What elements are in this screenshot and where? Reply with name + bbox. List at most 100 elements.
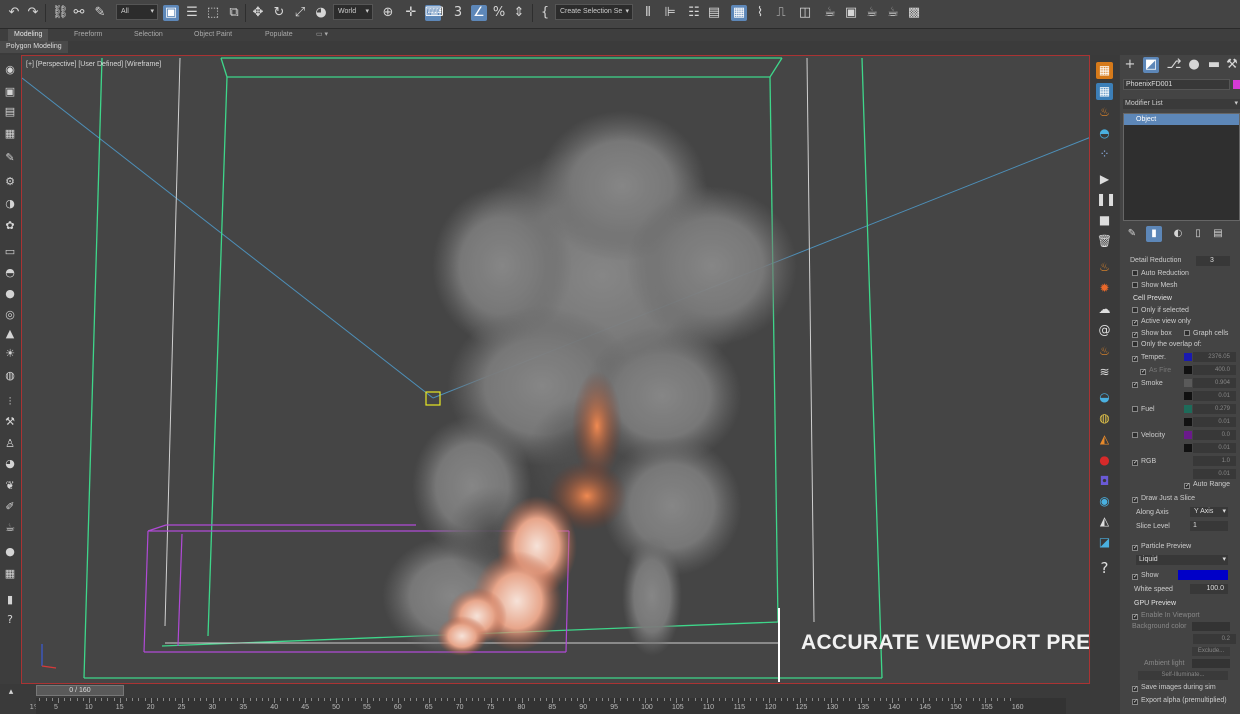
figure-icon[interactable]: ♙ (3, 437, 17, 451)
pivot-center-icon[interactable]: ⊕ (380, 5, 396, 21)
velocity-value[interactable]: 0.0 (1193, 430, 1236, 440)
temperature-value[interactable]: 2376.05 (1193, 352, 1236, 362)
rect-selection-icon[interactable]: ⬚ (205, 5, 221, 21)
show-end-result-icon[interactable]: ▮ (1146, 226, 1162, 242)
liquid-preset-icon[interactable]: ◒ (1096, 389, 1113, 406)
make-unique-icon[interactable]: ◐ (1170, 226, 1186, 242)
ambient-light-swatch[interactable] (1192, 659, 1230, 668)
configure-sets-icon[interactable]: ▤ (1210, 226, 1226, 242)
velocity-color-swatch[interactable] (1184, 431, 1192, 439)
velocity-checkbox[interactable]: Velocity (1132, 431, 1165, 441)
white-speed-spinner[interactable]: 100.0 (1190, 584, 1228, 594)
place-icon[interactable]: ◕ (313, 5, 329, 21)
checkbox[interactable]: ✓ (1140, 369, 1146, 375)
smoke-checkbox[interactable]: ✓ Smoke (1132, 379, 1163, 389)
smoke-min-swatch[interactable] (1184, 392, 1192, 400)
stack-icon[interactable]: ▤ (3, 105, 17, 119)
ribbon-tab-modeling[interactable]: Modeling (8, 29, 49, 41)
checkbox[interactable] (1132, 406, 1138, 412)
checkbox[interactable]: ✓ (1132, 545, 1138, 551)
background-color-swatch[interactable] (1192, 622, 1230, 631)
help-icon[interactable]: ? (1096, 560, 1113, 577)
self-illuminate-button[interactable]: Self-Illuminate... (1138, 671, 1228, 680)
auto-reduction-checkbox[interactable]: Auto Reduction (1132, 269, 1189, 279)
ribbon-tab-freeform[interactable]: Freeform (74, 29, 102, 41)
phoenix-fire-icon[interactable]: ▦ (1096, 62, 1113, 79)
help-icon[interactable]: ? (3, 613, 17, 627)
window-crossing-icon[interactable]: ⧉ (226, 5, 242, 21)
smoke-color-swatch[interactable] (1184, 379, 1192, 387)
scale-icon[interactable]: ⤢ (292, 5, 308, 21)
render-setup-icon[interactable]: ☕ (822, 5, 838, 21)
pin-stack-icon[interactable]: ✎ (1124, 226, 1140, 242)
scene-explorer-icon[interactable]: ☷ (686, 5, 702, 21)
export-alpha-checkbox[interactable]: ✓ Export alpha (premultiplied) (1132, 696, 1227, 706)
hierarchy-tab-icon[interactable]: ⎇ (1166, 57, 1182, 73)
checkbox[interactable] (1184, 330, 1190, 336)
fuel-value[interactable]: 0.279 (1193, 404, 1236, 414)
utilities-tab-icon[interactable]: ⚒ (1224, 57, 1240, 73)
velocity-min-swatch[interactable] (1184, 444, 1192, 452)
checkbox[interactable]: ✓ (1184, 483, 1190, 489)
spinner-snap-icon[interactable]: ⇕ (511, 5, 527, 21)
leaf-icon[interactable]: ❦ (3, 479, 17, 493)
schematic-view-icon[interactable]: ⎍ (773, 5, 789, 21)
reference-coord-dropdown[interactable]: World ▾ (333, 4, 373, 20)
object-color-swatch[interactable] (1233, 80, 1240, 89)
perspective-viewport[interactable]: [+] [Perspective] [User Defined] [Wirefr… (21, 55, 1090, 684)
keyboard-shortcut-override-icon[interactable]: ⌨ (425, 5, 444, 21)
snaps-toggle-icon[interactable]: 3 (450, 5, 466, 21)
only-overlap-checkbox[interactable]: Only the overlap of: (1132, 340, 1202, 350)
explosion-preset-icon[interactable]: ✹ (1096, 280, 1113, 297)
gizmo-icon[interactable]: ✿ (3, 219, 17, 233)
cone-icon[interactable]: ▲ (3, 327, 17, 341)
only-if-selected-checkbox[interactable]: Only if selected (1132, 306, 1189, 316)
detail-reduction-spinner[interactable]: 3 (1196, 256, 1230, 266)
ribbon-tab-selection[interactable]: Selection (134, 29, 163, 41)
phoenix-liquid-icon[interactable]: ▦ (1096, 83, 1113, 100)
helper-icon[interactable]: ⚙ (3, 175, 17, 189)
render-iterative-icon[interactable]: ☕ (885, 5, 901, 21)
time-slider[interactable]: 0 / 160 (36, 685, 124, 696)
smoke-value[interactable]: 0.904 (1193, 378, 1236, 388)
modifier-list-dropdown[interactable]: Modifier List ▾ (1123, 99, 1240, 109)
ribbon-options-icon[interactable]: ▭ ▾ (316, 29, 328, 41)
wind-icon[interactable]: ≋ (1096, 364, 1113, 381)
select-by-name-icon[interactable]: ☰ (184, 5, 200, 21)
ribbon-toggle-icon[interactable]: ▦ (731, 5, 747, 21)
ocean-preset-icon[interactable]: ◉ (1096, 493, 1113, 510)
fire-preset-icon[interactable]: ♨ (1096, 259, 1113, 276)
rotate-icon[interactable]: ↻ (271, 5, 287, 21)
grid-object-icon[interactable]: ▦ (3, 567, 17, 581)
create-box-icon[interactable]: ▣ (3, 85, 17, 99)
align-icon[interactable]: ⊫ (662, 5, 678, 21)
checkbox[interactable]: ✓ (1132, 497, 1138, 503)
checkbox[interactable]: ✓ (1132, 320, 1138, 326)
render-activeshade-icon[interactable]: ▩ (906, 5, 922, 21)
checkbox[interactable] (1132, 270, 1138, 276)
show-particles-checkbox[interactable]: ✓ Show (1132, 571, 1159, 581)
wand-icon[interactable]: ⚒ (3, 415, 17, 429)
checkbox[interactable]: ✓ (1132, 574, 1138, 580)
fuel-color-swatch[interactable] (1184, 405, 1192, 413)
select-manipulate-icon[interactable]: ✛ (403, 5, 419, 21)
checkbox[interactable]: ✓ (1132, 686, 1138, 692)
graph-cells-checkbox[interactable]: Graph cells (1184, 329, 1228, 339)
undo-icon[interactable]: ↶ (6, 5, 22, 21)
move-icon[interactable]: ✥ (250, 5, 266, 21)
rotate-tool-icon[interactable]: ◑ (3, 197, 17, 211)
enable-in-viewport-checkbox[interactable]: ✓ Enable In Viewport (1132, 611, 1200, 621)
rendered-frame-icon[interactable]: ▣ (843, 5, 859, 21)
edit-named-selection-icon[interactable]: { (537, 5, 553, 21)
particle-color-swatch[interactable] (1178, 570, 1228, 580)
candle-icon[interactable]: ♨ (1096, 343, 1113, 360)
ribbon-tab-object-paint[interactable]: Object Paint (194, 29, 232, 41)
auto-range-checkbox[interactable]: ✓ Auto Range (1184, 480, 1230, 490)
modify-tab-icon[interactable]: ◩ (1143, 57, 1159, 73)
checkbox[interactable]: ✓ (1132, 332, 1138, 338)
eye-icon[interactable]: ◉ (3, 63, 17, 77)
slice-level-spinner[interactable]: 1 (1190, 521, 1228, 531)
fuel-min-swatch[interactable] (1184, 418, 1192, 426)
select-object-icon[interactable]: ▣ (163, 5, 179, 21)
viewport-label[interactable]: [+] [Perspective] [User Defined] [Wirefr… (26, 61, 161, 68)
